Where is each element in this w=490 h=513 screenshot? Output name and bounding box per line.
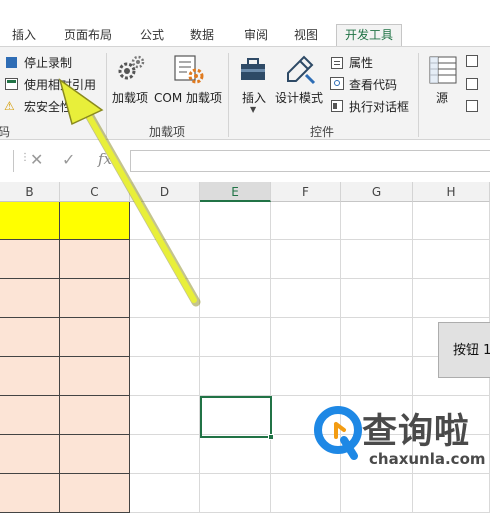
watermark-name: 查询啦: [362, 412, 471, 452]
watermark-logo: [314, 406, 362, 460]
watermark-url: chaxunla.com: [369, 450, 486, 468]
